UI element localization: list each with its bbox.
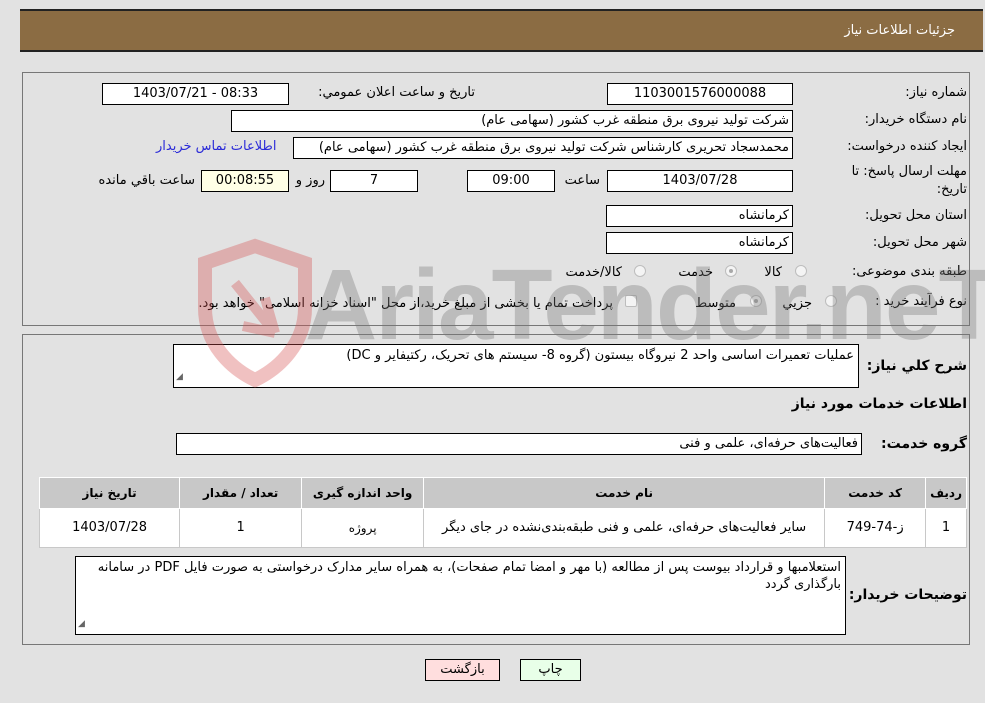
category-radio-goods-service[interactable]: [634, 265, 646, 277]
page-title: جزئیات اطلاعات نیاز: [844, 23, 955, 38]
creator-field[interactable]: محمدسجاد تحریری کارشناس شرکت تولید نیروی…: [293, 137, 793, 159]
buyer-org-label: نام دستگاه خریدار:: [864, 112, 967, 127]
need-number-field[interactable]: 1103001576000088: [607, 83, 793, 105]
buyer-contact-link[interactable]: اطلاعات تماس خریدار: [156, 139, 276, 154]
cell-need-date: 1403/07/28: [38, 508, 181, 548]
cell-row-number: 1: [925, 508, 967, 548]
province-label: استان محل تحویل:: [865, 208, 967, 223]
process-option-medium: متوسط: [695, 296, 736, 311]
category-option-goods: کالا: [764, 265, 782, 280]
table-row: 1 ز-74-749 سایر فعالیت‌های حرفه‌ای، علمی…: [38, 508, 967, 548]
services-table: ردیف کد خدمت نام خدمت واحد اندازه گیری ت…: [38, 477, 967, 548]
remaining-time-label: ساعت باقي مانده: [98, 173, 195, 188]
deadline-time-label: ساعت: [564, 173, 600, 188]
resize-handle-icon[interactable]: ◢: [176, 369, 183, 386]
cell-service-name: سایر فعالیت‌های حرفه‌ای، علمی و فنی طبقه…: [423, 508, 826, 548]
city-label: شهر محل تحویل:: [872, 235, 967, 250]
description-textarea[interactable]: عملیات تعمیرات اساسی واحد 2 نیروگاه بیست…: [173, 344, 859, 388]
province-field[interactable]: کرمانشاه: [606, 205, 793, 227]
days-label: روز و: [295, 173, 325, 188]
cell-quantity: 1: [179, 508, 303, 548]
cell-unit: پروژه: [301, 508, 425, 548]
creator-label: ایجاد کننده درخواست:: [847, 139, 967, 154]
col-header-need-date: تاریخ نیاز: [38, 477, 181, 509]
announce-label: تاریخ و ساعت اعلان عمومي:: [318, 85, 475, 100]
description-label: شرح کلي نياز:: [866, 358, 967, 374]
back-button[interactable]: بازگشت: [425, 659, 500, 681]
col-header-quantity: تعداد / مقدار: [179, 477, 303, 509]
days-remaining-field[interactable]: 7: [330, 170, 418, 192]
category-label: طبقه بندی موضوعی:: [851, 264, 967, 279]
treasury-note: پرداخت تمام یا بخشی از مبلغ خرید،از محل …: [198, 296, 613, 311]
buyer-org-field[interactable]: شرکت تولید نیروی برق منطقه غرب کشور (سها…: [231, 110, 793, 132]
process-type-label: نوع فرآیند خرید :: [875, 294, 967, 309]
print-button[interactable]: چاپ: [520, 659, 581, 681]
table-header-row: ردیف کد خدمت نام خدمت واحد اندازه گیری ت…: [38, 477, 967, 509]
deadline-label-date: تاریخ:: [936, 182, 967, 197]
process-radio-medium[interactable]: [750, 295, 762, 307]
category-option-goods-service: کالا/خدمت: [565, 265, 622, 280]
remaining-time-field: 00:08:55: [201, 170, 289, 192]
col-header-row-number: ردیف: [925, 477, 967, 509]
col-header-unit: واحد اندازه گیری: [301, 477, 425, 509]
cell-service-code: ز-74-749: [824, 508, 927, 548]
need-number-label: شماره نیاز:: [905, 85, 967, 100]
category-option-service: خدمت: [678, 265, 713, 280]
deadline-label: مهلت ارسال پاسخ: تا: [851, 164, 967, 179]
description-text: عملیات تعمیرات اساسی واحد 2 نیروگاه بیست…: [346, 348, 854, 363]
treasury-checkbox[interactable]: [625, 295, 637, 307]
col-header-service-name: نام خدمت: [423, 477, 826, 509]
announce-field[interactable]: 1403/07/21 - 08:33: [102, 83, 289, 105]
buyer-notes-label: توضیحات خریدار:: [848, 587, 967, 603]
page-header: جزئیات اطلاعات نیاز: [20, 9, 983, 52]
resize-handle-icon[interactable]: ◢: [78, 616, 85, 633]
buyer-notes-text: استعلامبها و قرارداد بیوست پس از مطالعه …: [97, 560, 841, 592]
category-radio-goods[interactable]: [795, 265, 807, 277]
service-group-label: گروه خدمت:: [881, 436, 967, 452]
services-section-title: اطلاعات خدمات مورد نیاز: [791, 396, 967, 412]
deadline-date-field[interactable]: 1403/07/28: [607, 170, 793, 192]
process-radio-minor[interactable]: [825, 295, 837, 307]
category-radio-service[interactable]: [725, 265, 737, 277]
city-field[interactable]: کرمانشاه: [606, 232, 793, 254]
service-group-field[interactable]: فعالیت‌های حرفه‌ای، علمی و فنی: [176, 433, 862, 455]
process-option-minor: جزيي: [782, 296, 812, 311]
col-header-service-code: کد خدمت: [824, 477, 927, 509]
buyer-notes-textarea[interactable]: استعلامبها و قرارداد بیوست پس از مطالعه …: [75, 556, 846, 635]
deadline-time-field[interactable]: 09:00: [467, 170, 555, 192]
